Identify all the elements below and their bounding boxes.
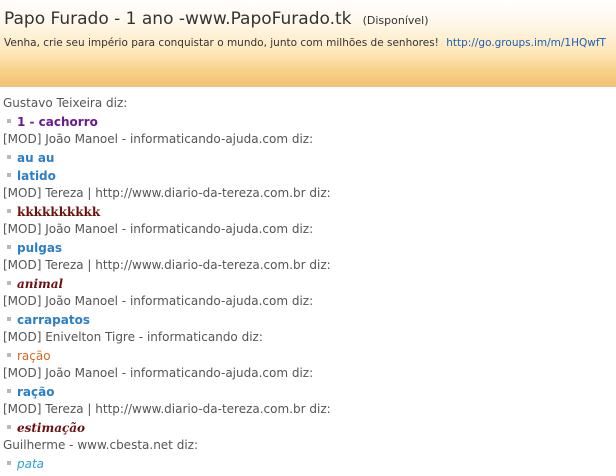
message-line: ração	[0, 382, 616, 400]
message-line: 1 - cachorro	[0, 112, 616, 130]
bullet-icon	[7, 244, 11, 249]
title-row: Papo Furado - 1 ano -www.PapoFurado.tk (…	[4, 9, 429, 29]
message-line: ração	[0, 346, 616, 364]
bullet-icon	[7, 118, 11, 123]
message-line: latido	[0, 166, 616, 184]
message-text: pulgas	[17, 241, 63, 255]
message-sender: [MOD] João Manoel - informaticando-ajuda…	[3, 132, 314, 146]
message-sender: Guilherme - www.cbesta.net diz:	[3, 438, 198, 452]
message-line: au au	[0, 148, 616, 166]
bullet-icon	[7, 154, 11, 159]
bullet-icon	[7, 388, 11, 393]
personal-message-link[interactable]: http://go.groups.im/m/1HQwfT	[446, 37, 606, 49]
message-text: latido	[17, 169, 56, 183]
message-sender: [MOD] João Manoel - informaticando-ajuda…	[3, 366, 314, 380]
personal-message-row: Venha, crie seu império para conquistar …	[4, 37, 606, 49]
bullet-icon	[7, 316, 11, 321]
message-sender: Gustavo Teixeira diz:	[3, 96, 128, 110]
message-text: ração	[17, 385, 55, 399]
bullet-icon	[7, 172, 11, 177]
message-text: ração	[17, 349, 51, 363]
message-sender: [MOD] Tereza | http://www.diario-da-tere…	[3, 186, 331, 200]
message-text: estimação	[17, 421, 86, 435]
status-label: (Disponível)	[362, 14, 429, 27]
message-text: 1 - cachorro	[17, 115, 98, 129]
message-sender: [MOD] Tereza | http://www.diario-da-tere…	[3, 402, 331, 416]
message-line: kkkkkkkkkk	[0, 202, 616, 220]
message-line: pulgas	[0, 238, 616, 256]
bullet-icon	[7, 208, 11, 213]
message-text: kkkkkkkkkk	[17, 205, 101, 219]
message-text: carrapatos	[17, 313, 90, 327]
message-line: animal	[0, 274, 616, 292]
chat-window: Papo Furado - 1 ano -www.PapoFurado.tk (…	[0, 0, 616, 476]
bullet-icon	[7, 424, 11, 429]
message-sender: [MOD] João Manoel - informaticando-ajuda…	[3, 294, 314, 308]
message-text: animal	[17, 277, 64, 291]
bullet-icon	[7, 280, 11, 285]
personal-message: Venha, crie seu império para conquistar …	[4, 37, 439, 49]
bullet-icon	[7, 460, 11, 465]
message-sender: [MOD] João Manoel - informaticando-ajuda…	[3, 222, 314, 236]
message-line: pata	[0, 454, 616, 472]
bullet-icon	[7, 352, 11, 357]
message-text: pata	[17, 457, 45, 471]
message-text: au au	[17, 151, 55, 165]
conversation-title: Papo Furado - 1 ano -www.PapoFurado.tk	[4, 9, 352, 29]
conversation-header: Papo Furado - 1 ano -www.PapoFurado.tk (…	[0, 0, 616, 87]
message-line: estimação	[0, 418, 616, 436]
message-line: carrapatos	[0, 310, 616, 328]
message-sender: [MOD] Tereza | http://www.diario-da-tere…	[3, 258, 331, 272]
chat-history[interactable]: Gustavo Teixeira diz: 1 - cachorro [MOD] J…	[0, 94, 616, 472]
message-sender: [MOD] Enivelton Tigre - informaticando d…	[3, 330, 263, 344]
